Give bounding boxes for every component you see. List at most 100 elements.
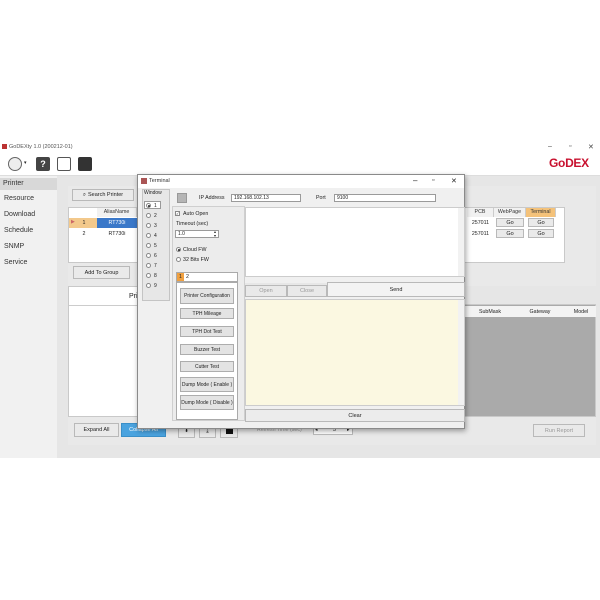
table-header-terminal: Terminal [526, 208, 556, 217]
close-button[interactable]: Close [287, 285, 327, 297]
connection-indicator [177, 193, 187, 203]
screenshot-stage: GoDEXty 1.0 (200212-01) – ▫ ✕ ▾ ? GoDEX … [0, 0, 600, 600]
sidebar-item-printer[interactable]: Printer [0, 178, 57, 190]
terminal-output[interactable] [245, 207, 465, 277]
sidebar-item-schedule[interactable]: Schedule [4, 227, 33, 234]
row-alias: RT730i [108, 220, 126, 226]
row-index: 2 [82, 231, 86, 237]
search-printer-label: Search Printer [87, 192, 124, 198]
window-title: GoDEXty 1.0 (200212-01) [9, 144, 73, 150]
search-icon: ⌕ [82, 191, 86, 198]
table-header-pcb: PCB [467, 208, 494, 217]
input-scrollbar[interactable] [458, 300, 464, 405]
terminal-title-bar: Terminal – ▫ ✕ [138, 175, 464, 188]
window-label-2: 2 [154, 213, 157, 219]
godex-logo: GoDEX [549, 156, 589, 170]
close-icon[interactable]: ✕ [451, 177, 457, 185]
terminal-title: Terminal [149, 178, 170, 184]
schedule-icon[interactable] [57, 157, 71, 171]
window-label-6: 6 [154, 253, 157, 259]
clear-button[interactable]: Clear [245, 409, 465, 422]
window-label: Window [144, 190, 162, 196]
add-to-group-button[interactable]: Add To Group [73, 266, 130, 279]
sidebar-item-resource[interactable]: Resource [4, 195, 34, 202]
chevron-down-icon[interactable]: ▾ [24, 160, 27, 166]
tph-dot-test-button[interactable]: TPH Dot Test [180, 326, 234, 337]
table-header-alias: AliasName [97, 208, 137, 217]
window-radio-3[interactable] [146, 223, 151, 228]
ip-label: IP Address [199, 195, 225, 201]
run-report-button[interactable]: Run Report [533, 424, 585, 437]
window-label-8: 8 [154, 273, 157, 279]
printer-configuration-button[interactable]: Printer Configuration [180, 288, 234, 304]
command-input[interactable] [245, 299, 465, 406]
detail-header-submask: SubMask [478, 309, 502, 315]
row-pcb: 257011 [471, 231, 490, 237]
window-radio-1[interactable] [146, 203, 151, 208]
timeout-spinner[interactable]: 1.0 [175, 230, 219, 238]
auto-open-label: Auto Open [183, 211, 209, 217]
row-alias: RT730i [108, 231, 126, 237]
sidebar-item-snmp[interactable]: SNMP [4, 243, 24, 250]
ip-field[interactable]: 192.168.102.13 [231, 194, 301, 202]
port-label: Port [316, 195, 326, 201]
window-radio-2[interactable] [146, 213, 151, 218]
window-label-7: 7 [154, 263, 157, 269]
window-radio-5[interactable] [146, 243, 151, 248]
terminal-icon [141, 178, 147, 184]
send-button[interactable]: Send [327, 282, 465, 297]
detail-header-model: Model [573, 309, 589, 315]
detail-header-gateway: Gateway [529, 309, 551, 315]
window-radio-9[interactable] [146, 283, 151, 288]
terminal-go-button[interactable]: Go [528, 229, 554, 238]
row-index: 1 [82, 220, 86, 226]
window-label-5: 5 [154, 243, 157, 249]
spinner-arrows-icon[interactable]: ▴ ▾ [214, 230, 216, 238]
window-label-9: 9 [154, 283, 157, 289]
auto-open-checkbox[interactable]: ✓ [175, 211, 180, 216]
window-radio-7[interactable] [146, 263, 151, 268]
sidebar-item-service[interactable]: Service [4, 259, 27, 266]
timeout-label: Timeout (sec) [176, 221, 209, 227]
open-button[interactable]: Open [245, 285, 287, 297]
dump-mode-disable-button[interactable]: Dump Mode ( Disable ) [180, 395, 234, 410]
output-scrollbar[interactable] [458, 208, 464, 276]
port-field[interactable]: 9100 [334, 194, 436, 202]
buzzer-test-button[interactable]: Buzzer Test [180, 344, 234, 355]
dump-mode-enable-button[interactable]: Dump Mode ( Enable ) [180, 377, 234, 392]
cutter-test-button[interactable]: Cutter Test [180, 361, 234, 372]
cloud-fw-label: Cloud FW [183, 247, 207, 253]
tab-2[interactable]: 2 [186, 274, 189, 280]
cloud-fw-radio[interactable] [176, 247, 181, 252]
toolbar: ▾ ? [0, 154, 600, 176]
webpage-go-button[interactable]: Go [496, 218, 524, 227]
title-bar: GoDEXty 1.0 (200212-01) – ▫ ✕ [0, 140, 600, 154]
sidebar-item-download[interactable]: Download [4, 211, 35, 218]
window-radio-8[interactable] [146, 273, 151, 278]
close-icon[interactable]: ✕ [588, 143, 594, 151]
bits-fw-radio[interactable] [176, 257, 181, 262]
terminal-icon[interactable] [78, 157, 92, 171]
expand-all-button[interactable]: Expand All [74, 423, 119, 437]
terminal-dialog: Terminal – ▫ ✕ Window 1 2 3 4 5 6 7 8 9 … [137, 174, 465, 429]
table-header-webpage: WebPage [494, 208, 526, 217]
tph-mileage-button[interactable]: TPH Mileage [180, 308, 234, 319]
window-label-3: 3 [154, 223, 157, 229]
printer-icon[interactable] [8, 157, 22, 171]
webpage-go-button[interactable]: Go [496, 229, 524, 238]
bits-fw-label: 32 Bits FW [183, 257, 209, 263]
app-icon [2, 144, 7, 149]
terminal-go-button[interactable]: Go [528, 218, 554, 227]
window-label-4: 4 [154, 233, 157, 239]
maximize-icon[interactable]: ▫ [569, 143, 571, 150]
row-pcb: 257011 [471, 220, 490, 226]
minimize-icon[interactable]: – [548, 143, 552, 150]
window-radio-6[interactable] [146, 253, 151, 258]
tab-1[interactable]: 1 [177, 273, 184, 281]
minimize-icon[interactable]: – [413, 176, 417, 185]
maximize-icon[interactable]: ▫ [432, 177, 434, 184]
help-icon[interactable]: ? [36, 157, 50, 171]
search-printer-button[interactable]: ⌕ Search Printer [72, 189, 134, 201]
window-radio-4[interactable] [146, 233, 151, 238]
sidebar: Printer Resource Download Schedule SNMP … [0, 176, 57, 458]
